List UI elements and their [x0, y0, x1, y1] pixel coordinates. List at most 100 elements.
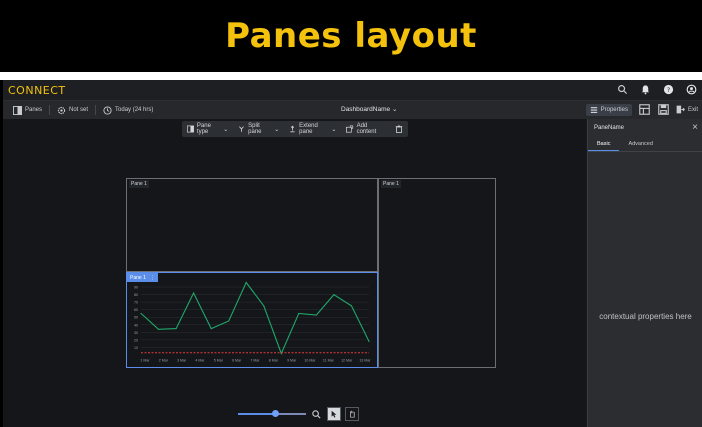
y-tick-label: 20 — [134, 338, 138, 342]
y-tick-label: 40 — [134, 323, 138, 327]
svg-text:?: ? — [667, 86, 670, 94]
pane-type-button[interactable]: Pane type ⌄ — [182, 123, 233, 135]
gear-icon — [57, 106, 66, 114]
chevron-down-icon: ⌄ — [331, 126, 337, 133]
cursor-icon — [331, 410, 337, 418]
help-icon[interactable]: ? — [662, 83, 675, 96]
data-point — [333, 293, 335, 296]
data-point — [157, 328, 160, 330]
separator — [49, 105, 51, 115]
extend-pane-button[interactable]: Extend pane ⌄ — [284, 123, 341, 135]
layout-icon[interactable] — [638, 103, 651, 116]
list-icon — [590, 106, 597, 113]
zoom-handle[interactable] — [271, 410, 279, 417]
x-tick-label: 10 Mar — [304, 359, 316, 363]
pane-label: Pane 1 — [381, 180, 401, 188]
tab-basic[interactable]: Basic — [588, 139, 620, 151]
dashboard-name: DashboardName — [341, 106, 391, 113]
panes-icon — [13, 105, 22, 115]
data-point — [298, 312, 300, 315]
select-tool-button[interactable] — [327, 407, 341, 421]
not-set-button[interactable]: Not set — [53, 106, 92, 115]
pan-tool-button[interactable] — [345, 407, 359, 421]
dashboard-bar: Panes Not set Today (24 hrs) DashboardNa… — [3, 101, 702, 119]
y-tick-label: 90 — [134, 286, 138, 290]
y-tick-label: 50 — [134, 316, 138, 320]
pane-selected[interactable]: Pane 1 ⋮ 90 80 70 60 50 40 30 20 10 1 Mar 2 Mar 3 M… — [126, 272, 378, 368]
data-point — [140, 312, 142, 315]
exit-icon — [676, 105, 685, 114]
add-content-button[interactable]: Add content — [341, 123, 390, 135]
data-point — [315, 314, 317, 316]
pane-label: Pane 1 — [129, 180, 149, 188]
exit-button[interactable]: Exit — [676, 105, 698, 114]
x-tick-label: 7 Mar — [250, 359, 260, 363]
hand-icon — [350, 410, 355, 418]
tab-advanced[interactable]: Advanced — [619, 139, 661, 151]
properties-label: Properties — [600, 106, 628, 113]
pane-right[interactable]: Pane 1 — [378, 178, 496, 368]
data-point — [193, 292, 195, 294]
series-line-0 — [140, 281, 370, 355]
properties-body: contextual properties here — [599, 312, 692, 321]
x-tick-label: 2 Mar — [159, 359, 169, 363]
split-icon — [239, 126, 245, 132]
properties-panel: PaneName × Basic Advanced contextual pro… — [587, 119, 702, 427]
data-point — [175, 327, 177, 330]
not-set-label: Not set — [69, 107, 89, 113]
delete-button[interactable] — [390, 125, 408, 133]
dashboard-canvas: Pane type ⌄ Split pane ⌄ Extend pane ⌄ A… — [3, 119, 585, 427]
time-range-label: Today (24 hrs) — [115, 107, 154, 113]
x-tick-label: 5 Mar — [214, 359, 224, 363]
panes-button[interactable]: Panes — [9, 105, 46, 115]
properties-button[interactable]: Properties — [585, 103, 632, 116]
chevron-down-icon: ⌄ — [223, 126, 229, 133]
x-tick-label: 12 Mar — [341, 359, 353, 363]
top-bar: CONNECT ? — [3, 80, 702, 101]
properties-tabs: Basic Advanced — [588, 139, 702, 152]
add-content-label: Add content — [356, 123, 377, 135]
clock-icon — [103, 105, 112, 115]
banner: Panes layout — [0, 0, 702, 72]
pane-type-icon — [187, 125, 194, 133]
time-range-button[interactable]: Today (24 hrs) — [99, 105, 157, 115]
bell-icon[interactable] — [639, 83, 652, 96]
zoom-icon[interactable] — [310, 408, 323, 421]
pane-type-label: Pane type — [196, 123, 211, 135]
save-icon[interactable] — [657, 103, 670, 116]
split-pane-button[interactable]: Split pane ⌄ — [233, 123, 284, 135]
dashboard-name-select[interactable]: DashboardName ⌄ — [341, 105, 397, 113]
data-point — [368, 340, 370, 342]
x-tick-label: 1 Mar — [140, 359, 150, 363]
data-point — [228, 320, 230, 322]
separator — [95, 105, 97, 115]
app-logo: CONNECT — [8, 83, 66, 97]
add-content-icon — [346, 125, 354, 133]
data-point — [263, 305, 265, 307]
zoom-fill — [238, 413, 276, 415]
banner-title: Panes layout — [225, 16, 477, 56]
pane-top-left[interactable]: Pane 1 — [126, 178, 378, 272]
data-point — [245, 281, 247, 284]
exit-label: Exit — [687, 106, 698, 113]
chevron-down-icon: ⌄ — [391, 106, 398, 113]
search-icon[interactable] — [616, 83, 629, 96]
x-tick-label: 4 Mar — [195, 359, 205, 363]
chevron-down-icon: ⌄ — [274, 126, 280, 133]
trash-icon — [395, 125, 403, 133]
zoom-controls — [238, 405, 362, 423]
y-tick-label: 80 — [134, 293, 138, 297]
user-icon[interactable] — [685, 83, 698, 96]
panes-label: Panes — [25, 107, 43, 113]
divider — [0, 72, 702, 80]
x-tick-label: 6 Mar — [232, 359, 242, 363]
data-point — [210, 327, 212, 330]
x-tick-label: 3 Mar — [177, 359, 187, 363]
y-tick-label: 60 — [134, 308, 138, 312]
zoom-slider[interactable] — [238, 410, 306, 417]
x-tick-label: 8 Mar — [269, 359, 279, 363]
properties-title: PaneName — [594, 125, 625, 131]
app-window: CONNECT ? Panes Not set Today (24 hrs) D… — [3, 80, 702, 427]
x-tick-label: 9 Mar — [287, 359, 297, 363]
close-icon[interactable]: × — [692, 122, 698, 133]
